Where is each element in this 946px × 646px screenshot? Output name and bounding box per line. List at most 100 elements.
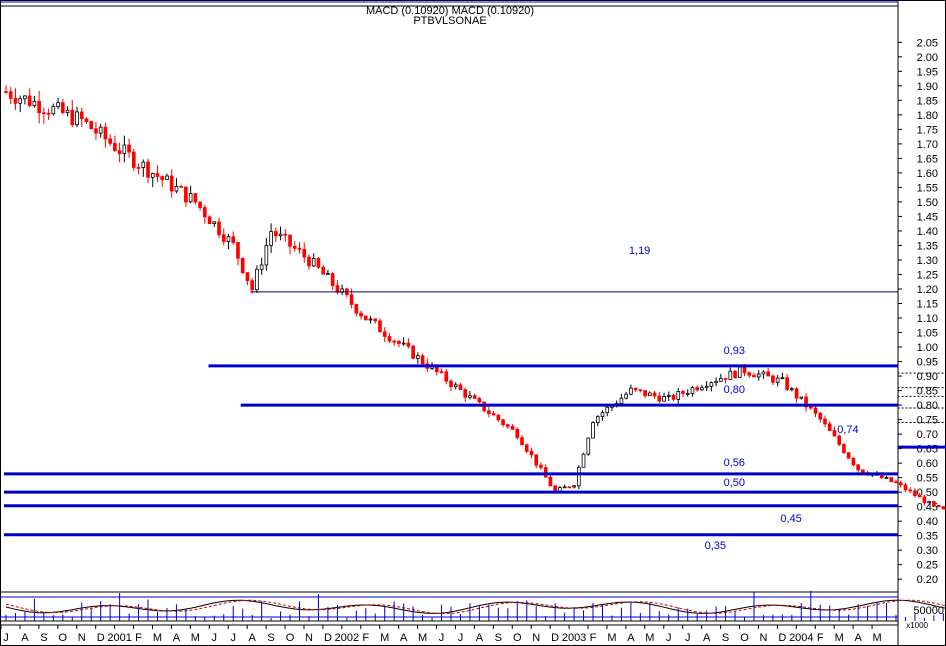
candle-body: [84, 118, 89, 122]
level-label: 0,50: [724, 477, 745, 489]
candle-body: [520, 437, 524, 446]
candle-body: [510, 425, 515, 430]
candle-body: [4, 91, 8, 94]
x-tick-label: 2002: [335, 632, 359, 644]
candle-body: [676, 391, 681, 400]
candle-body: [311, 258, 316, 267]
x-tick-label: 2001: [107, 632, 131, 644]
candle-body: [648, 392, 652, 397]
candle-body: [799, 396, 804, 399]
candle-body: [785, 377, 789, 390]
candle-body: [32, 101, 37, 107]
y-tick-label: 2.05: [917, 37, 938, 49]
candle-body: [917, 495, 922, 498]
candle-body: [141, 161, 146, 168]
candle-body: [307, 256, 311, 267]
y-tick-label: 1.95: [917, 66, 938, 78]
level-label: 0,45: [780, 513, 801, 525]
x-tick-label: M: [607, 632, 616, 644]
y-tick-label: 1.05: [917, 328, 938, 340]
candle-body: [288, 234, 292, 247]
candle-body: [842, 444, 846, 454]
level-label: 0,93: [724, 345, 745, 357]
y-tick-label: 2.00: [917, 52, 938, 64]
x-tick-label: O: [740, 632, 749, 644]
candle-body: [146, 161, 150, 178]
candle-body: [174, 185, 179, 192]
candle-body: [98, 126, 103, 134]
candle-body: [70, 109, 75, 126]
y-tick-label: 1.00: [917, 342, 938, 354]
candle-body: [908, 489, 913, 492]
candle-body: [496, 414, 501, 421]
candle-body: [657, 395, 662, 402]
candle-body: [321, 266, 326, 275]
candle-body: [373, 318, 378, 322]
candles-group: [4, 85, 946, 510]
x-tick-label: D: [551, 632, 559, 644]
x-tick-label: A: [703, 632, 711, 644]
x-tick-label: N: [305, 632, 313, 644]
candle-body: [771, 375, 775, 383]
x-tick-label: M: [872, 632, 881, 644]
x-tick-label: A: [476, 632, 484, 644]
candle-body: [335, 285, 340, 293]
candle-body: [169, 175, 174, 192]
candle-body: [572, 485, 576, 488]
candle-body: [397, 340, 401, 344]
x-tick-label: 2004: [789, 632, 813, 644]
y-tick-label: 0.95: [917, 357, 938, 369]
candle-body: [903, 484, 908, 491]
candle-body: [292, 245, 297, 249]
candle-body: [700, 387, 704, 391]
candle-body: [226, 236, 231, 242]
candle-body: [576, 466, 581, 487]
x-tick-label: S: [40, 632, 47, 644]
candle-body: [221, 234, 226, 242]
candle-body: [861, 469, 865, 474]
y-tick-label: 0.80: [917, 400, 938, 412]
x-tick-label: J: [439, 632, 445, 644]
y-tick-label: 0.40: [917, 516, 938, 528]
candle-body: [420, 355, 425, 365]
candle-body: [283, 233, 288, 236]
candle-body: [136, 167, 141, 169]
x-tick-label: D: [778, 632, 786, 644]
candle-body: [416, 355, 420, 359]
x-tick-label: N: [759, 632, 767, 644]
x-tick-label: N: [78, 632, 86, 644]
candle-body: [477, 398, 482, 403]
chart: MACD (0.10920) MACD (0.10920) PTBVLSONAE…: [0, 0, 946, 646]
candle-body: [278, 233, 283, 237]
candle-body: [737, 366, 742, 379]
x-tick-label: N: [532, 632, 540, 644]
y-tick-label: 0.65: [917, 444, 938, 456]
candle-body: [832, 430, 837, 437]
candle-body: [117, 150, 122, 155]
candle-body: [709, 382, 714, 387]
candle-body: [326, 273, 330, 275]
candle-body: [671, 394, 676, 400]
candle-body: [813, 407, 818, 414]
candle-body: [330, 273, 335, 286]
candle-body: [165, 175, 169, 180]
candle-body: [624, 393, 628, 399]
candle-body: [704, 385, 709, 389]
candle-body: [297, 247, 302, 250]
candle-body: [122, 144, 127, 155]
candle-body: [922, 496, 927, 504]
candle-body: [449, 380, 453, 388]
y-tick-label: 1.40: [917, 226, 938, 238]
candle-body: [619, 397, 624, 404]
candle-body: [586, 437, 591, 455]
candle-body: [884, 477, 889, 479]
candle-body: [458, 384, 463, 391]
candle-body: [75, 111, 79, 126]
candle-body: [387, 336, 392, 342]
y-tick-label: 0.35: [917, 531, 938, 543]
x-tick-label: D: [324, 632, 332, 644]
candle-body: [491, 413, 496, 416]
candle-body: [131, 151, 136, 168]
x-tick-label: J: [458, 632, 464, 644]
candle-body: [742, 366, 747, 374]
